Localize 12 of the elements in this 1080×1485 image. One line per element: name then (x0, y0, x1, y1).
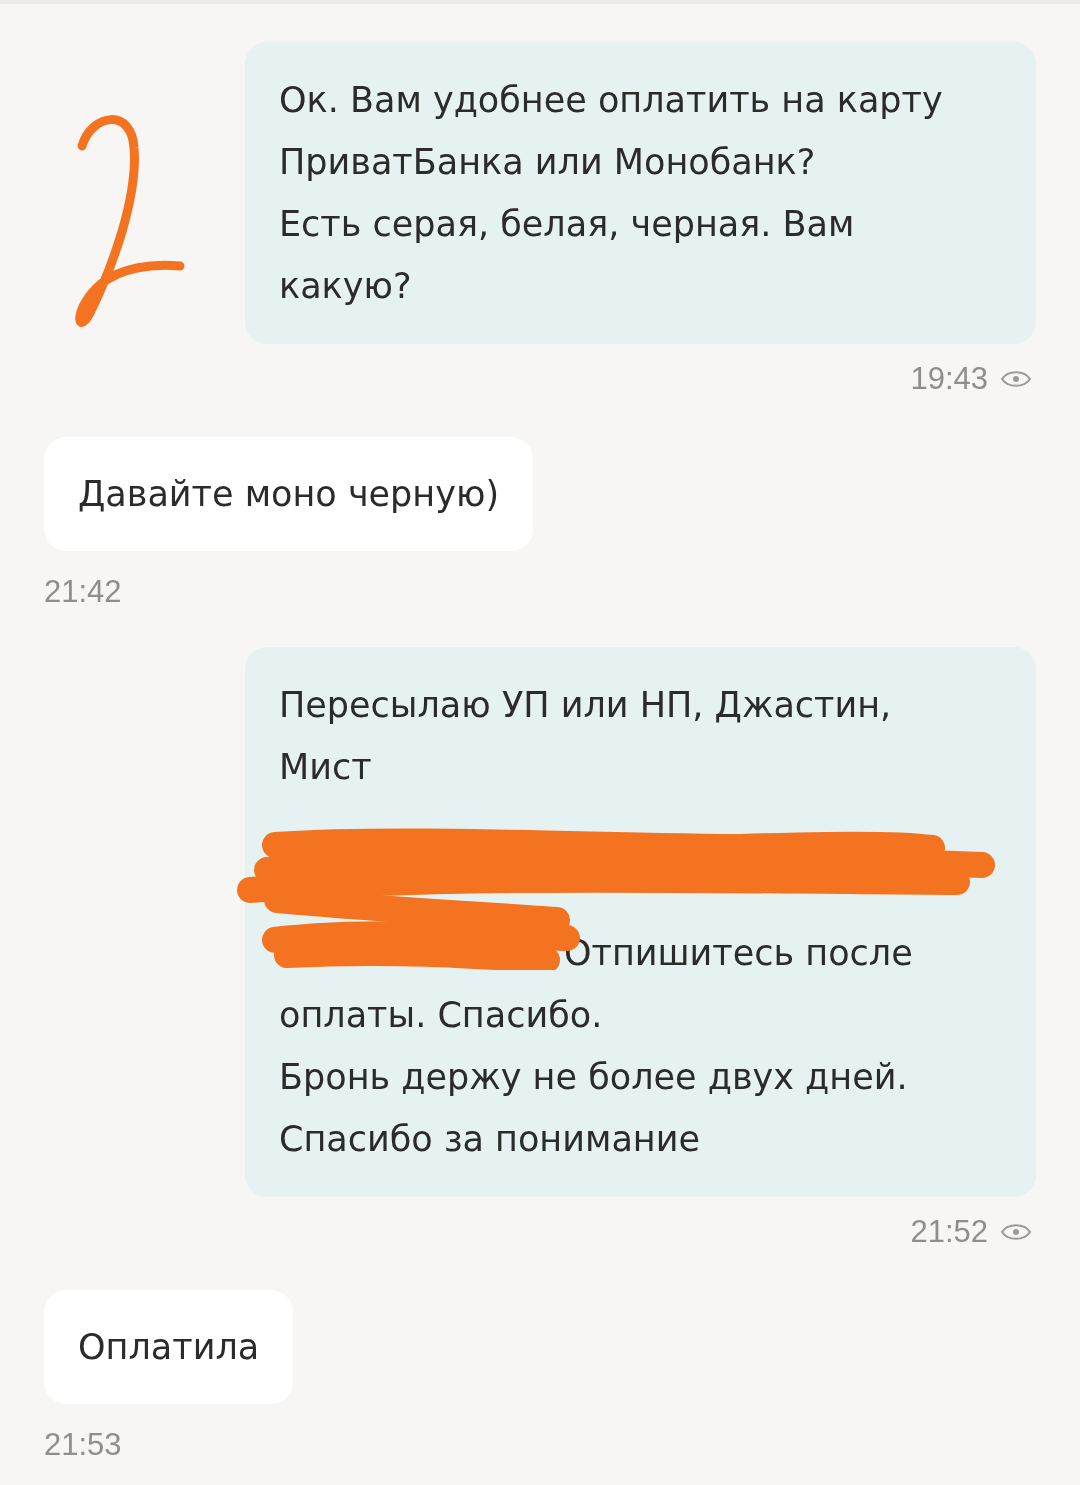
message-text: Оплатила (78, 1325, 260, 1369)
message-text: Пересылаю УП или НП, Джастин, Мист (279, 684, 893, 789)
message-text: Бронь держу не более двух дней. (279, 1056, 909, 1099)
message-time: 21:52 (910, 1213, 988, 1251)
message-text: Есть серая, белая, черная. Вам какую? (279, 203, 856, 308)
message-text: Давайте моно черную) (78, 472, 500, 516)
message-time: 21:53 (44, 1425, 122, 1464)
message-text: Спасибо за понимание (279, 1118, 701, 1161)
message-time: 19:43 (910, 360, 988, 398)
message-text: Отпишитесь после оплаты. Спасибо. (279, 932, 914, 1037)
message-time: 21:42 (44, 572, 122, 611)
message-text: Ок. Вам удобнее оплатить на карту ПриватБанка или Монобанк? (279, 79, 944, 184)
